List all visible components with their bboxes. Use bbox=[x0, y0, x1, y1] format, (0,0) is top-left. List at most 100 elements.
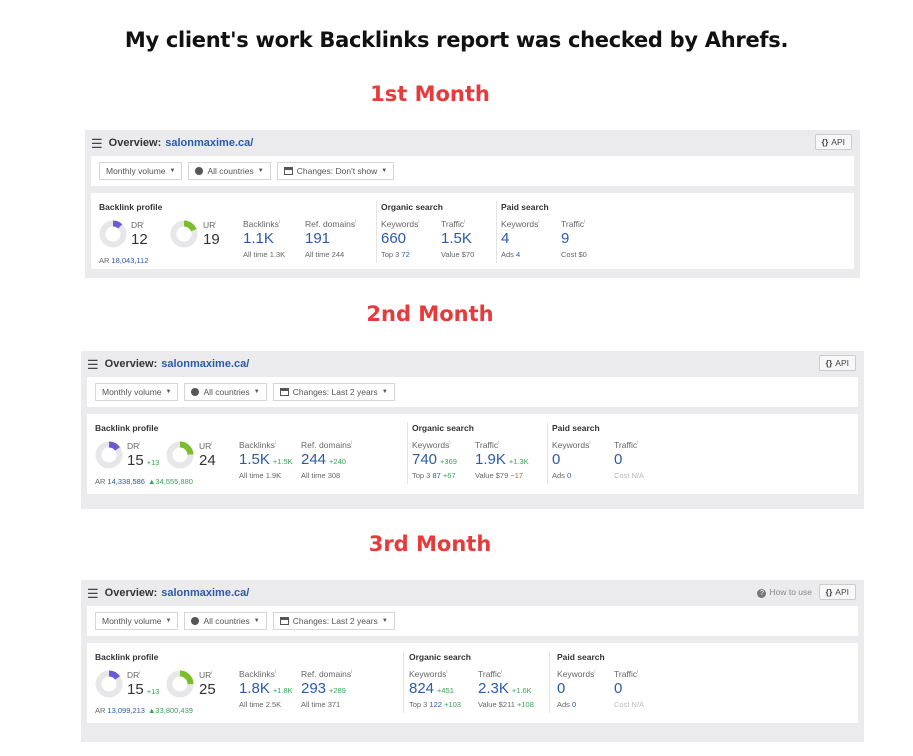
ar-value[interactable]: 14,338,586 bbox=[107, 477, 145, 486]
info-icon[interactable]: i bbox=[637, 669, 638, 675]
info-icon[interactable]: i bbox=[594, 669, 595, 675]
hamburger-menu-icon[interactable]: ☰ bbox=[87, 358, 99, 371]
organic-keywords-delta: +451 bbox=[437, 686, 454, 695]
paid-keywords-value[interactable]: 4 bbox=[501, 230, 509, 247]
info-icon[interactable]: i bbox=[355, 219, 356, 225]
cost-label: Cost bbox=[614, 471, 630, 480]
info-icon[interactable]: i bbox=[275, 669, 276, 675]
code-braces-icon: {} bbox=[825, 358, 833, 368]
traffic-value-usd: $211 bbox=[498, 700, 515, 709]
target-domain-link[interactable]: salonmaxime.ca/ bbox=[165, 137, 253, 149]
organic-traffic-value[interactable]: 2.3K bbox=[478, 680, 509, 697]
ref-domains-value[interactable]: 244 bbox=[301, 451, 326, 468]
info-icon[interactable]: i bbox=[538, 219, 539, 225]
paid-traffic-value[interactable]: 0 bbox=[614, 451, 622, 468]
countries-dropdown[interactable]: All countries ▼ bbox=[184, 612, 267, 630]
info-icon[interactable]: i bbox=[279, 219, 280, 225]
dr-value: 12 bbox=[131, 231, 148, 248]
info-icon[interactable]: i bbox=[139, 670, 140, 676]
countries-label: All countries bbox=[203, 616, 250, 626]
organic-keywords-value[interactable]: 824 bbox=[409, 680, 434, 697]
target-domain-link[interactable]: salonmaxime.ca/ bbox=[161, 587, 249, 599]
info-icon[interactable]: i bbox=[498, 440, 499, 446]
backlinks-all-time: 2.5K bbox=[265, 700, 282, 709]
info-icon[interactable]: i bbox=[449, 440, 450, 446]
top3-label: Top 3 bbox=[381, 250, 400, 259]
ads-value[interactable]: 0 bbox=[567, 471, 571, 480]
api-button[interactable]: {} API bbox=[818, 355, 856, 371]
backlinks-value[interactable]: 1.8K bbox=[239, 680, 270, 697]
hamburger-menu-icon[interactable]: ☰ bbox=[91, 137, 103, 150]
monthly-volume-dropdown[interactable]: Monthly volume ▼ bbox=[95, 383, 179, 401]
backlinks-all-time: 1.3K bbox=[269, 250, 286, 259]
dr-label: DR bbox=[127, 441, 140, 451]
ur-metric: URi 25 bbox=[199, 670, 216, 698]
ar-value[interactable]: 13,099,213 bbox=[107, 706, 145, 715]
info-icon[interactable]: i bbox=[275, 440, 276, 446]
organic-traffic-value[interactable]: 1.5K bbox=[441, 230, 472, 247]
paid-keywords-value[interactable]: 0 bbox=[557, 680, 565, 697]
changes-dropdown[interactable]: Changes: Don't show ▼ bbox=[276, 162, 395, 180]
organic-keywords-value[interactable]: 740 bbox=[412, 451, 437, 468]
organic-traffic-value[interactable]: 1.9K bbox=[475, 451, 506, 468]
ref-domains-value[interactable]: 293 bbox=[301, 680, 326, 697]
top3-value[interactable]: 87 bbox=[432, 471, 440, 480]
hamburger-menu-icon[interactable]: ☰ bbox=[87, 587, 99, 600]
info-icon[interactable]: i bbox=[501, 669, 502, 675]
info-icon[interactable]: i bbox=[211, 441, 212, 447]
traffic-label: Traffic bbox=[475, 440, 499, 450]
ref-domains-delta: +240 bbox=[329, 457, 346, 466]
backlink-profile-heading: Backlink profile bbox=[95, 652, 159, 662]
changes-dropdown[interactable]: Changes: Last 2 years ▼ bbox=[272, 612, 395, 630]
info-icon[interactable]: i bbox=[215, 220, 216, 226]
changes-dropdown[interactable]: Changes: Last 2 years ▼ bbox=[272, 383, 395, 401]
target-domain-link[interactable]: salonmaxime.ca/ bbox=[161, 358, 249, 370]
organic-keywords-metric: Keywordsi 824 +451 Top 3 122 +103 bbox=[409, 669, 461, 709]
ar-value[interactable]: 18,043,112 bbox=[111, 256, 148, 265]
ref-domains-all-time: 244 bbox=[331, 250, 345, 259]
organic-keywords-value[interactable]: 660 bbox=[381, 230, 406, 247]
section-divider bbox=[547, 422, 548, 484]
info-icon[interactable]: i bbox=[351, 440, 352, 446]
backlinks-value[interactable]: 1.5K bbox=[239, 451, 270, 468]
ahrefs-overview-panel: ☰ Overview: salonmaxime.ca/ ?How to use … bbox=[81, 580, 864, 742]
monthly-volume-dropdown[interactable]: Monthly volume ▼ bbox=[99, 162, 183, 180]
info-icon[interactable]: i bbox=[584, 219, 585, 225]
ref-domains-metric: Ref. domainsi 191 All time 244 bbox=[305, 219, 356, 259]
traffic-label: Traffic bbox=[478, 669, 502, 679]
traffic-label: Traffic bbox=[614, 440, 638, 450]
api-button[interactable]: {} API bbox=[818, 584, 856, 600]
organic-keywords-metric: Keywordsi 660 Top 3 72 bbox=[381, 219, 419, 259]
countries-dropdown[interactable]: All countries ▼ bbox=[184, 383, 267, 401]
info-icon[interactable]: i bbox=[418, 219, 419, 225]
ads-value[interactable]: 0 bbox=[572, 700, 576, 709]
ads-value[interactable]: 4 bbox=[516, 250, 520, 259]
overview-header: ☰ Overview: salonmaxime.ca/ ?How to use … bbox=[81, 580, 864, 606]
metrics-body: Backlink profile DRi 15 +13 URi 24 AR 14,3… bbox=[87, 414, 858, 494]
info-icon[interactable]: i bbox=[351, 669, 352, 675]
info-icon[interactable]: i bbox=[143, 220, 144, 226]
backlinks-value[interactable]: 1.1K bbox=[243, 230, 274, 247]
info-icon[interactable]: i bbox=[637, 440, 638, 446]
month-heading: 2nd Month bbox=[366, 302, 494, 326]
info-icon[interactable]: i bbox=[464, 219, 465, 225]
backlinks-label: Backlinks bbox=[239, 440, 275, 450]
info-icon[interactable]: i bbox=[589, 440, 590, 446]
organic-search-heading: Organic search bbox=[412, 423, 474, 433]
ref-domains-value[interactable]: 191 bbox=[305, 230, 330, 247]
backlinks-metric: Backlinksi 1.1K All time 1.3K bbox=[243, 219, 285, 259]
api-button[interactable]: {} API bbox=[814, 134, 852, 150]
monthly-volume-dropdown[interactable]: Monthly volume ▼ bbox=[95, 612, 179, 630]
paid-keywords-value[interactable]: 0 bbox=[552, 451, 560, 468]
how-to-use-link[interactable]: ? How to use bbox=[757, 587, 812, 598]
top3-value[interactable]: 72 bbox=[401, 250, 409, 259]
top3-value[interactable]: 122 bbox=[429, 700, 442, 709]
info-icon[interactable]: i bbox=[446, 669, 447, 675]
info-icon[interactable]: i bbox=[139, 441, 140, 447]
paid-traffic-value[interactable]: 0 bbox=[614, 680, 622, 697]
backlinks-label: Backlinks bbox=[243, 219, 279, 229]
countries-dropdown[interactable]: All countries ▼ bbox=[188, 162, 271, 180]
info-icon[interactable]: i bbox=[211, 670, 212, 676]
ref-domains-delta: +289 bbox=[329, 686, 346, 695]
paid-traffic-value[interactable]: 9 bbox=[561, 230, 569, 247]
